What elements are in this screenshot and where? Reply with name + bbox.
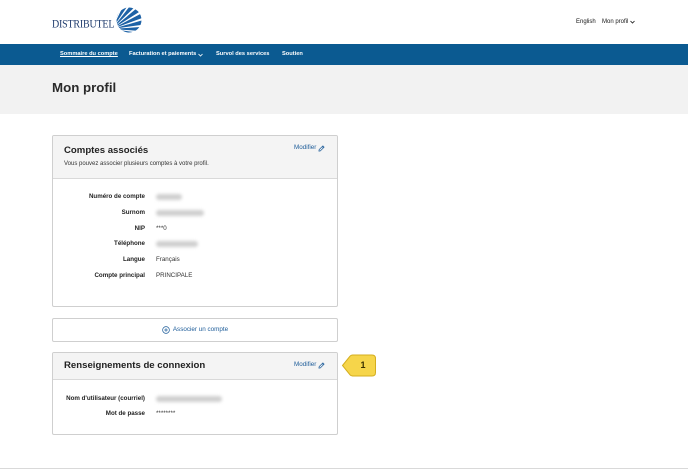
field-label: Surnom [121, 209, 145, 216]
callout-number: 1 [360, 360, 366, 370]
card-title: Comptes associés [64, 145, 149, 156]
primary-account-value: PRINCIPALE [156, 272, 193, 279]
nav-item-label: Facturation et paiements [129, 51, 197, 57]
login-info-card: Renseignements de connexion Modifier Nom… [52, 352, 338, 435]
edit-login-info-link[interactable]: Modifier [294, 360, 325, 370]
sunburst-logo-icon [116, 7, 142, 33]
nav-item-label: Sommaire du compte [60, 51, 118, 57]
field-row-password: Mot de passe ******** [53, 409, 337, 419]
redacted-value [156, 241, 198, 247]
profile-menu-label: Mon profil [602, 19, 629, 25]
redacted-value [156, 396, 222, 402]
field-row-primary-account: Compte principal PRINCIPALE [53, 271, 337, 281]
pin-value: ***0 [156, 224, 167, 232]
edit-link-label: Modifier [294, 144, 317, 151]
field-label: Langue [122, 256, 145, 263]
field-row-username: Nom d'utilisateur (courriel) [53, 394, 337, 404]
card-title: Renseignements de connexion [64, 360, 206, 371]
nav-item-support[interactable]: Soutien [282, 44, 303, 65]
language-value: Français [156, 256, 180, 263]
chevron-down-icon [630, 20, 636, 24]
field-label: Téléphone [114, 240, 145, 247]
password-value: ******** [156, 410, 176, 417]
nav-item-services-overview[interactable]: Survol des services [216, 44, 269, 65]
card-header: Renseignements de connexion Modifier [53, 353, 337, 380]
field-label: Compte principal [94, 272, 145, 279]
redacted-value [156, 194, 182, 200]
field-row-language: Langue Français [53, 255, 337, 265]
chevron-down-icon [198, 53, 204, 57]
add-account-label: Associer un compte [172, 326, 229, 333]
card-subtitle: Vous pouvez associer plusieurs comptes à… [64, 161, 209, 167]
nav-item-billing-payments[interactable]: Facturation et paiements [129, 44, 204, 65]
field-label: Numéro de compte [88, 193, 145, 200]
field-row-account-number: Numéro de compte [53, 192, 337, 202]
field-label: Nom d'utilisateur (courriel) [66, 395, 145, 402]
distributel-logo[interactable]: DISTRIBUTEL [52, 7, 146, 34]
field-label: Mot de passe [105, 410, 145, 417]
linked-accounts-card: Comptes associés Vous pouvez associer pl… [52, 135, 338, 307]
pencil-icon [318, 362, 325, 368]
page-title-band: Mon profil [0, 65, 688, 114]
footer-divider [0, 468, 688, 469]
profile-menu[interactable]: Mon profil [602, 17, 636, 27]
page-title: Mon profil [52, 80, 117, 95]
field-row-nickname: Surnom [53, 208, 337, 218]
nav-item-label: Survol des services [216, 51, 270, 57]
nav-item-account-summary[interactable]: Sommaire du compte [60, 44, 118, 65]
field-row-pin: NIP ***0 [53, 224, 337, 234]
pencil-icon [318, 145, 325, 151]
main-nav: Sommaire du compte Facturation et paieme… [0, 44, 688, 65]
edit-link-label: Modifier [294, 361, 317, 368]
nav-item-label: Soutien [282, 51, 303, 57]
edit-linked-accounts-link[interactable]: Modifier [294, 143, 325, 153]
step-callout: 1 [341, 354, 377, 378]
card-header: Comptes associés Vous pouvez associer pl… [53, 136, 337, 179]
language-toggle-link[interactable]: English [576, 17, 596, 27]
site-header: DISTRIBUTEL English Mon profil [0, 0, 688, 44]
redacted-value [156, 210, 204, 216]
field-label: NIP [134, 224, 145, 232]
field-row-phone: Téléphone [53, 239, 337, 249]
add-account-button[interactable]: Associer un compte [52, 318, 338, 342]
plus-circle-icon [162, 326, 170, 334]
